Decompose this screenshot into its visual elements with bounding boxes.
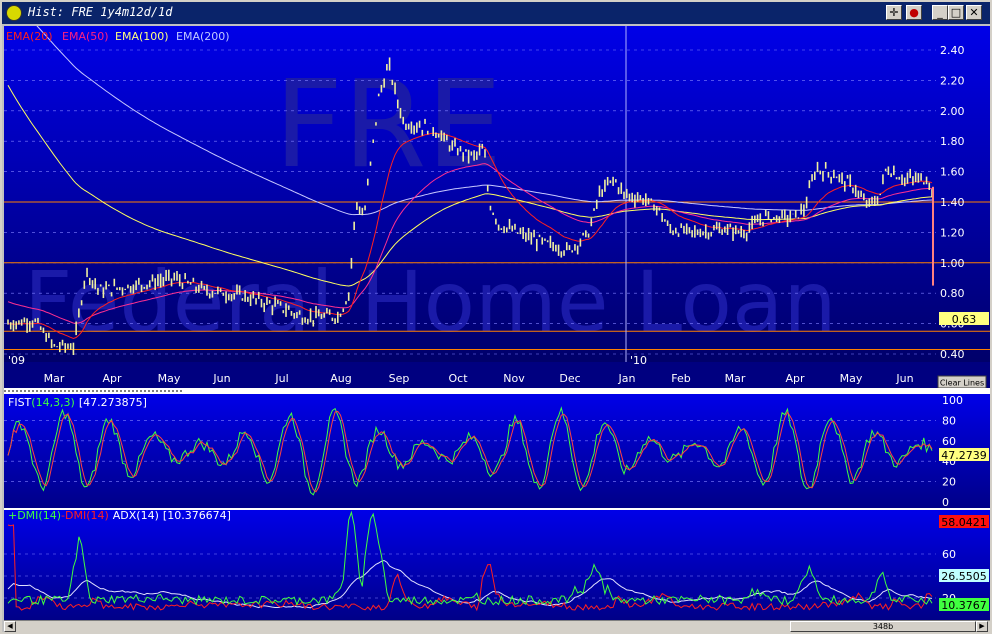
x-month-label: Mar	[44, 372, 65, 385]
price-tick-label: 2.40	[940, 44, 965, 57]
fist-label-name: FIST	[8, 396, 32, 409]
watermark-symbol: FRE	[274, 56, 502, 195]
app-icon	[6, 5, 22, 21]
x-month-label: Oct	[448, 372, 468, 385]
price-tick-label: 2.00	[940, 105, 965, 118]
x-month-label: Jan	[618, 372, 636, 385]
chart-window: Hist: FRE 1y4m12d/1d ✛ ● _ □ ✕ FRE Feder	[0, 0, 992, 634]
fist-tick-label: 80	[942, 414, 956, 427]
x-year-label: '09	[8, 354, 25, 367]
fist-tick-label: 60	[942, 435, 956, 448]
price-tick-label: 1.00	[940, 257, 965, 270]
chart-svg[interactable]: FRE Federal Home Loan EMA(20) EMA(50) EM…	[4, 26, 990, 620]
x-month-label: Nov	[503, 372, 525, 385]
price-tick-label: 1.40	[940, 196, 965, 209]
chart-area[interactable]: FRE Federal Home Loan EMA(20) EMA(50) EM…	[4, 26, 990, 620]
adx-last: 26.5505	[941, 570, 987, 583]
scroll-thumb[interactable]: 348b	[790, 621, 976, 632]
fist-label-value: [47.273875]	[79, 396, 147, 409]
x-month-label: Mar	[725, 372, 746, 385]
x-month-label: Apr	[102, 372, 122, 385]
ema100-label: EMA(100)	[115, 30, 169, 43]
x-month-label: Jun	[212, 372, 230, 385]
x-month-label: Jul	[274, 372, 288, 385]
scroll-right-button[interactable]: ▶	[976, 621, 988, 632]
panel-divider[interactable]	[4, 388, 990, 394]
fist-tick-label: 0	[942, 496, 949, 509]
last-price-value: 0.63	[952, 313, 977, 326]
dmi-tick-label: 60	[942, 548, 956, 561]
ema20-label: EMA(20)	[6, 30, 53, 43]
crosshair-button[interactable]: ✛	[886, 5, 902, 20]
watermark-name: Federal Home Loan	[24, 253, 837, 351]
window-title: Hist: FRE 1y4m12d/1d	[28, 5, 173, 19]
x-month-label: May	[158, 372, 181, 385]
dmi-plus-label: +DMI(14)	[8, 509, 61, 522]
fist-tick-label: 100	[942, 394, 963, 407]
adx-value: [10.376674]	[163, 509, 231, 522]
price-tick-label: 1.60	[940, 166, 965, 179]
price-legend: EMA(20) EMA(50) EMA(100) EMA(200)	[6, 30, 230, 43]
adx-label: ADX(14)	[113, 509, 159, 522]
price-tick-label: 2.20	[940, 74, 965, 87]
minimize-button[interactable]: _	[932, 5, 948, 20]
x-month-label: Dec	[559, 372, 580, 385]
title-bar[interactable]: Hist: FRE 1y4m12d/1d ✛ ● _ □ ✕	[2, 2, 990, 24]
dmi-minus-label: -DMI(14)	[61, 509, 109, 522]
maximize-button[interactable]: □	[948, 5, 964, 20]
fist-label-params: (14,3,3)	[31, 396, 75, 409]
x-month-label: Jun	[895, 372, 913, 385]
x-month-label: May	[840, 372, 863, 385]
price-tick-label: 0.80	[940, 287, 965, 300]
dmi-plus-last: 10.3767	[941, 599, 987, 612]
x-month-label: Sep	[389, 372, 410, 385]
dmi-minus-last: 58.0421	[941, 516, 987, 529]
price-tick-label: 0.40	[940, 348, 965, 361]
scroll-left-button[interactable]: ◀	[4, 621, 16, 632]
x-month-label: Feb	[671, 372, 690, 385]
price-tick-label: 1.20	[940, 226, 965, 239]
x-month-label: Aug	[330, 372, 351, 385]
fist-tick-label: 20	[942, 476, 956, 489]
ema50-label: EMA(50)	[62, 30, 109, 43]
price-tick-label: 1.80	[940, 135, 965, 148]
ema200-label: EMA(200)	[176, 30, 230, 43]
record-button[interactable]: ●	[906, 5, 922, 20]
close-button[interactable]: ✕	[966, 5, 982, 20]
x-month-label: Apr	[785, 372, 805, 385]
clear-lines-label: Clear Lines	[940, 379, 984, 388]
horizontal-scrollbar[interactable]: ◀ 348b ▶	[4, 620, 990, 632]
fist-last-value: 47.2739	[941, 449, 987, 462]
dmi-legend: +DMI(14)-DMI(14) ADX(14) [10.376674]	[8, 509, 231, 522]
x-year-label: '10	[630, 354, 647, 367]
